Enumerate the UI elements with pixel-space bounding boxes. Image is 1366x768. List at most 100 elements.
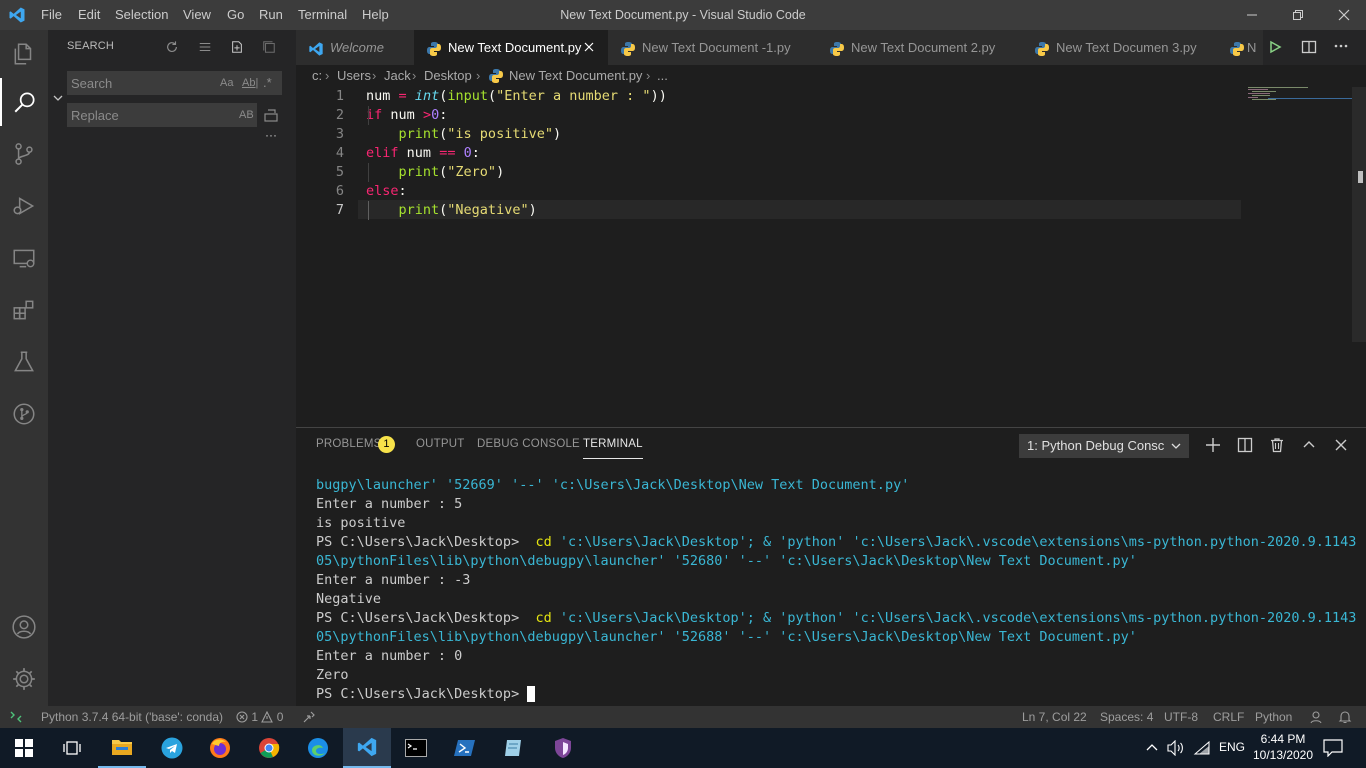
taskbar-powershell[interactable]	[441, 728, 489, 768]
taskbar-tor-browser[interactable]	[539, 728, 587, 768]
remote-explorer-button[interactable]	[0, 234, 48, 282]
terminal-output[interactable]: bugpy\launcher' '52669' '--' 'c:\Users\J…	[296, 468, 1366, 706]
trash-icon	[1271, 438, 1283, 453]
search-details-toggle[interactable]: ···	[265, 128, 277, 142]
breadcrumb-drive[interactable]: c:	[312, 65, 322, 87]
breadcrumb-symbols[interactable]: ...	[657, 65, 668, 87]
cursor-position[interactable]: Ln 7, Col 22	[1022, 706, 1087, 728]
remote-indicator[interactable]	[9, 706, 23, 728]
regex-toggle[interactable]: .*	[263, 75, 272, 91]
breadcrumb-users[interactable]: Users	[337, 65, 371, 87]
close-panel-button[interactable]	[1333, 437, 1349, 456]
breadcrumb-jack[interactable]: Jack	[384, 65, 411, 87]
tab-debug-console[interactable]: DEBUG CONSOLE	[477, 438, 580, 458]
indentation[interactable]: Spaces: 4	[1100, 706, 1153, 728]
taskbar-firefox[interactable]	[196, 728, 244, 768]
tab-new-text-document-2[interactable]: New Text Document 2.py	[817, 30, 1025, 65]
breadcrumb-file[interactable]: New Text Document.py	[509, 65, 642, 87]
tab-problems[interactable]: PROBLEMS 1	[316, 436, 395, 458]
tab-new-text-documen-3[interactable]: New Text Documen 3.py	[1022, 30, 1232, 65]
split-terminal-button[interactable]	[1237, 437, 1253, 456]
menu-run[interactable]: Run	[259, 0, 283, 30]
whole-word-toggle[interactable]: Ab|	[242, 75, 258, 91]
menu-view[interactable]: View	[183, 0, 211, 30]
taskbar-file-explorer[interactable]	[98, 728, 146, 768]
refresh-button[interactable]	[163, 38, 181, 56]
live-share-button[interactable]	[302, 706, 316, 728]
testing-button[interactable]	[0, 338, 48, 386]
manage-button[interactable]	[0, 655, 48, 703]
new-search-editor-button[interactable]	[228, 38, 246, 56]
minimap[interactable]	[1248, 87, 1366, 101]
git-graph-button[interactable]	[0, 390, 48, 438]
menu-terminal[interactable]: Terminal	[298, 0, 347, 30]
search-input[interactable]	[67, 71, 211, 95]
tab-overflow[interactable]: N	[1225, 30, 1263, 65]
python-interpreter[interactable]: Python 3.7.4 64-bit ('base': conda)	[41, 706, 223, 728]
clock[interactable]: 6:44 PM 10/13/2020	[1252, 731, 1314, 763]
run-python-file-button[interactable]	[1268, 40, 1282, 57]
maximize-panel-button[interactable]	[1301, 437, 1317, 456]
collapse-all-button[interactable]	[260, 38, 278, 56]
explorer-button[interactable]	[0, 30, 48, 78]
volume-button[interactable]	[1167, 739, 1185, 759]
tab-terminal[interactable]: TERMINAL	[583, 438, 643, 459]
new-terminal-button[interactable]	[1205, 437, 1221, 456]
tab-welcome[interactable]: Welcome	[296, 30, 420, 65]
tab-new-text-document[interactable]: New Text Document.py	[414, 30, 616, 65]
network-button[interactable]	[1193, 740, 1211, 759]
code-editor[interactable]: 1 2 3 4 5 6 7 num = int(input("Enter a n…	[296, 87, 1366, 427]
taskbar-edge[interactable]	[294, 728, 342, 768]
taskbar-chrome[interactable]	[245, 728, 293, 768]
tab-close-button[interactable]	[584, 30, 594, 65]
encoding[interactable]: UTF-8	[1164, 706, 1198, 728]
taskbar-app[interactable]	[490, 728, 538, 768]
menu-selection[interactable]: Selection	[115, 0, 168, 30]
show-hidden-icons-button[interactable]	[1145, 741, 1159, 758]
menu-edit[interactable]: Edit	[78, 0, 100, 30]
kill-terminal-button[interactable]	[1269, 437, 1285, 456]
minimize-button[interactable]	[1229, 0, 1275, 30]
tab-new-text-document-1[interactable]: New Text Document -1.py	[608, 30, 818, 65]
vscode-icon	[357, 737, 377, 757]
tab-output[interactable]: OUTPUT	[416, 438, 464, 458]
action-center-button[interactable]	[1323, 739, 1343, 760]
replace-input[interactable]	[67, 103, 211, 127]
end-of-line[interactable]: CRLF	[1213, 706, 1244, 728]
replace-all-button[interactable]	[263, 107, 281, 125]
restore-button[interactable]	[1275, 0, 1321, 30]
match-case-toggle[interactable]: Aa	[220, 75, 233, 91]
feedback-button[interactable]	[1309, 706, 1323, 728]
notifications-button[interactable]	[1338, 706, 1352, 728]
taskbar-terminal[interactable]	[392, 728, 440, 768]
code-line: num = int(input("Enter a number : "))	[366, 88, 667, 104]
remote-explorer-icon	[13, 249, 35, 268]
problems-status[interactable]: 1 0	[236, 706, 283, 728]
menu-file[interactable]: File	[41, 0, 62, 30]
clear-results-button[interactable]	[196, 38, 214, 56]
task-view-button[interactable]	[48, 728, 96, 768]
start-button[interactable]	[0, 728, 48, 768]
extensions-button[interactable]	[0, 286, 48, 334]
split-editor-button[interactable]	[1301, 39, 1317, 58]
toggle-replace-button[interactable]	[52, 92, 64, 104]
close-window-button[interactable]	[1321, 0, 1366, 30]
taskbar-telegram[interactable]	[148, 728, 196, 768]
run-debug-button[interactable]	[0, 182, 48, 230]
more-actions-button[interactable]	[1333, 37, 1349, 58]
search-view-button[interactable]	[0, 78, 48, 126]
bottom-panel: PROBLEMS 1 OUTPUT DEBUG CONSOLE TERMINAL…	[296, 427, 1366, 707]
menu-help[interactable]: Help	[362, 0, 389, 30]
input-language[interactable]: ENG	[1219, 740, 1245, 754]
speaker-icon	[1167, 739, 1183, 757]
taskbar-vscode[interactable]	[343, 728, 391, 768]
editor-scrollbar[interactable]	[1352, 87, 1366, 342]
breadcrumb-desktop[interactable]: Desktop	[424, 65, 472, 87]
menu-go[interactable]: Go	[227, 0, 244, 30]
terminal-select[interactable]: 1: Python Debug Consc	[1019, 434, 1189, 458]
language-mode[interactable]: Python	[1255, 706, 1292, 728]
accounts-button[interactable]	[0, 603, 48, 651]
preserve-case-toggle[interactable]: AB	[239, 107, 254, 123]
line-number: 2	[335, 107, 344, 123]
source-control-button[interactable]	[0, 130, 48, 178]
